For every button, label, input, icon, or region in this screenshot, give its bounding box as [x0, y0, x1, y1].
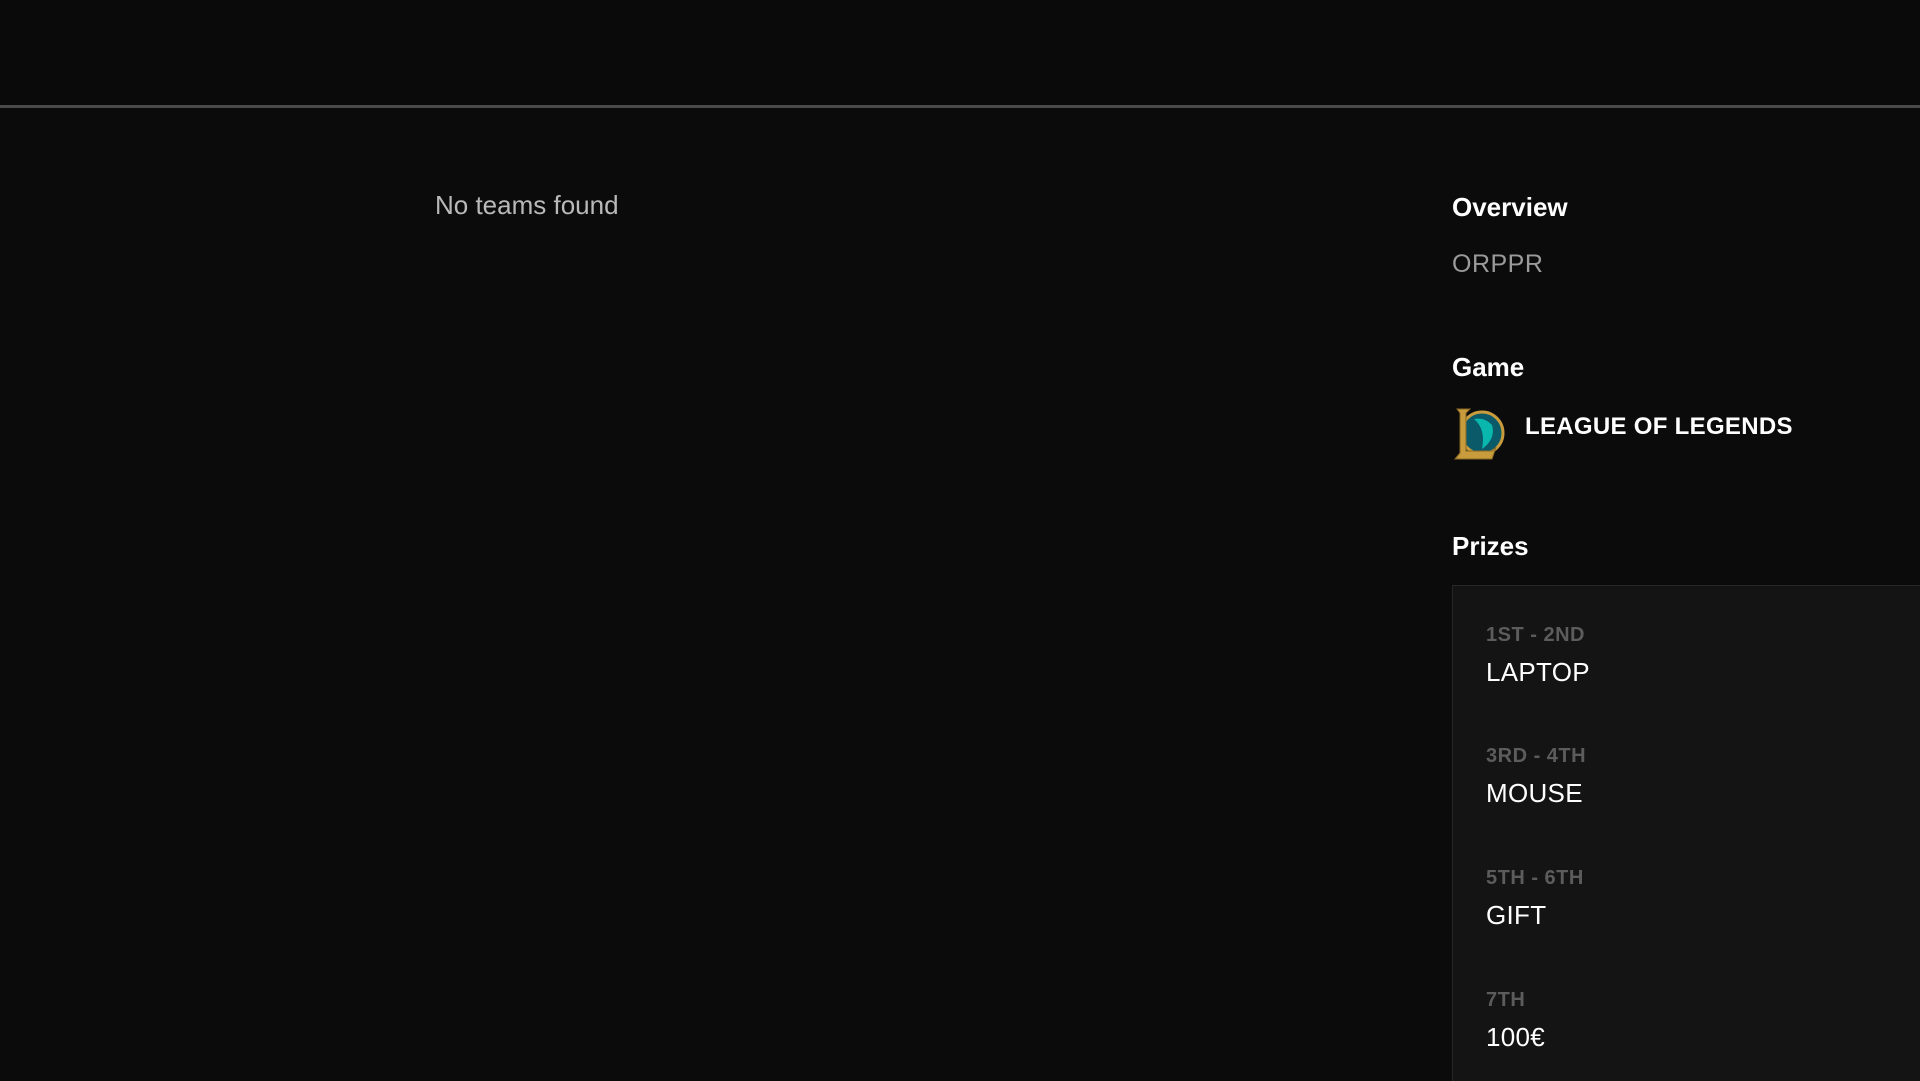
prize-item: 3RD - 4TH MOUSE	[1486, 744, 1906, 808]
prizes-panel: 1ST - 2ND LAPTOP 3RD - 4TH MOUSE 5TH - 6…	[1452, 585, 1920, 1081]
prize-value: LAPTOP	[1486, 657, 1590, 687]
league-of-legends-logo-icon	[1452, 403, 1506, 461]
prize-item: 5TH - 6TH GIFT	[1486, 866, 1906, 930]
game-name[interactable]: LEAGUE OF LEGENDS	[1525, 413, 1793, 441]
prize-item: 1ST - 2ND LAPTOP	[1486, 623, 1906, 687]
overview-value: ORPPR	[1452, 250, 1544, 278]
prizes-heading: Prizes	[1452, 531, 1529, 561]
prize-rank: 3RD - 4TH	[1486, 745, 1587, 767]
prize-item: 7TH 100€	[1486, 988, 1906, 1052]
teams-empty-message: No teams found	[435, 190, 619, 220]
prize-value: MOUSE	[1486, 778, 1583, 808]
prize-rank: 1ST - 2ND	[1486, 624, 1585, 646]
prize-value: GIFT	[1486, 900, 1547, 930]
prize-value: 100€	[1486, 1022, 1546, 1052]
prize-rank: 5TH - 6TH	[1486, 867, 1584, 889]
overview-heading: Overview	[1452, 192, 1568, 222]
tournament-sidebar: Overview ORPPR Game LEAGUE OF LEGENDS Pr…	[1452, 0, 1920, 1081]
game-info: LEAGUE OF LEGENDS	[1452, 403, 1912, 463]
game-heading: Game	[1452, 352, 1525, 382]
prize-rank: 7TH	[1486, 989, 1526, 1011]
